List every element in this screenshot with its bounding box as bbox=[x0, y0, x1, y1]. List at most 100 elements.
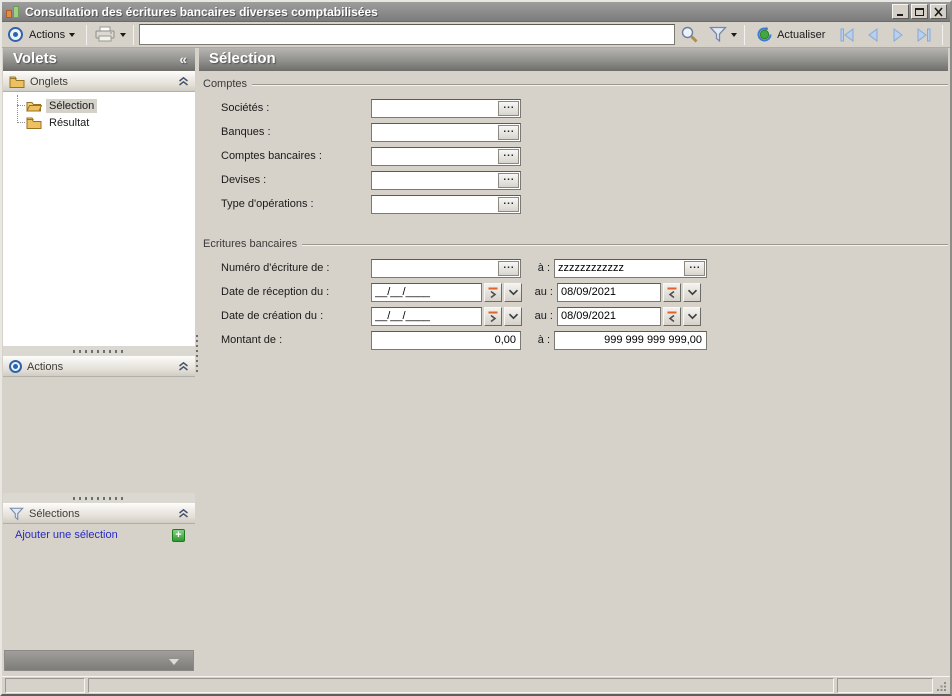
date-creation-du-input[interactable] bbox=[372, 310, 481, 322]
comptes-bancaires-input[interactable] bbox=[373, 148, 498, 164]
chevron-down-icon bbox=[508, 313, 518, 319]
tree-item-resultat[interactable]: Résultat bbox=[3, 114, 195, 131]
search-input[interactable] bbox=[139, 24, 676, 45]
sidebar-splitter[interactable] bbox=[3, 346, 195, 356]
societes-lookup-button[interactable]: ... bbox=[498, 100, 519, 116]
tree-item-label: Résultat bbox=[49, 116, 90, 129]
search-button[interactable] bbox=[678, 24, 701, 46]
app-icon bbox=[6, 5, 20, 18]
refresh-button[interactable]: Actualiser bbox=[750, 24, 831, 46]
numero-de-input[interactable] bbox=[373, 260, 498, 276]
collapse-panel-icon[interactable]: « bbox=[179, 52, 187, 66]
toolbar-separator bbox=[133, 24, 135, 45]
page-title: Sélection bbox=[209, 50, 276, 67]
tree-item-selection[interactable]: Sélection bbox=[3, 97, 195, 114]
date-creation-du-dropdown-button[interactable] bbox=[504, 306, 522, 326]
field-label: Banques : bbox=[221, 126, 271, 138]
type-operations-lookup-button[interactable]: ... bbox=[498, 196, 519, 212]
date-copy-forward-button[interactable] bbox=[484, 306, 502, 326]
nav-next-icon bbox=[893, 27, 904, 42]
societes-field: ... bbox=[371, 98, 521, 118]
date-copy-back-button[interactable] bbox=[663, 306, 681, 326]
print-dropdown-button[interactable] bbox=[118, 24, 128, 46]
montant-de-input[interactable] bbox=[371, 330, 521, 350]
field-label: Sociétés : bbox=[221, 102, 270, 114]
nav-first-button[interactable] bbox=[835, 24, 859, 46]
close-button[interactable] bbox=[930, 4, 947, 19]
numero-de-lookup-button[interactable]: ... bbox=[498, 260, 519, 276]
nav-last-button[interactable] bbox=[912, 24, 936, 46]
tree-item-label: Sélection bbox=[46, 98, 98, 113]
resize-grip[interactable] bbox=[936, 680, 947, 692]
comptes-group: Comptes Sociétés : ... Banques : ... Com… bbox=[203, 78, 948, 216]
date-creation-au-dropdown-button[interactable] bbox=[683, 306, 701, 326]
actions-menu-button[interactable]: Actions bbox=[23, 24, 81, 46]
refresh-label: Actualiser bbox=[777, 28, 826, 41]
main-panel-header: Sélection bbox=[199, 48, 948, 71]
date-reception-au-input[interactable] bbox=[558, 286, 660, 298]
add-selection-link[interactable]: Ajouter une sélection bbox=[15, 529, 118, 541]
splitter-dots-icon bbox=[73, 496, 125, 500]
numero-a-field: ... bbox=[554, 258, 707, 278]
sidebar-collapse-bar[interactable] bbox=[4, 650, 194, 671]
field-label: Type d'opérations : bbox=[221, 198, 314, 210]
field-row-societes: Sociétés : ... bbox=[203, 96, 948, 120]
orange-previous-icon bbox=[667, 311, 677, 322]
print-button[interactable] bbox=[92, 24, 118, 46]
status-cell-main bbox=[88, 678, 834, 693]
montant-a-input[interactable] bbox=[554, 330, 707, 350]
toolbar-separator bbox=[744, 24, 746, 45]
type-operations-field: ... bbox=[371, 194, 521, 214]
numero-a-input[interactable] bbox=[556, 260, 684, 276]
close-icon bbox=[934, 6, 943, 17]
filter-dropdown-button[interactable] bbox=[729, 24, 739, 46]
field-label: Date de création du : bbox=[221, 310, 324, 322]
panel-splitter[interactable] bbox=[195, 48, 199, 676]
date-creation-au-input[interactable] bbox=[558, 310, 660, 322]
date-copy-back-button[interactable] bbox=[663, 282, 681, 302]
date-reception-du-input[interactable] bbox=[372, 286, 481, 298]
date-reception-du-field bbox=[371, 282, 482, 302]
date-reception-du-dropdown-button[interactable] bbox=[504, 282, 522, 302]
field-label: Comptes bancaires : bbox=[221, 150, 322, 162]
onglets-section-header[interactable]: Onglets bbox=[3, 71, 195, 92]
comptes-bancaires-lookup-button[interactable]: ... bbox=[498, 148, 519, 164]
nav-first-icon bbox=[840, 27, 854, 42]
field-row-date-creation: Date de création du : __/__/____ au: 08… bbox=[203, 304, 948, 328]
selections-section-header[interactable]: Sélections bbox=[3, 503, 195, 524]
nav-next-button[interactable] bbox=[887, 24, 909, 46]
maximize-button[interactable] bbox=[911, 4, 928, 19]
add-selection-row: Ajouter une sélection + bbox=[3, 524, 195, 544]
banques-lookup-button[interactable]: ... bbox=[498, 124, 519, 140]
devises-lookup-button[interactable]: ... bbox=[498, 172, 519, 188]
societes-input[interactable] bbox=[373, 100, 498, 116]
folder-icon bbox=[26, 117, 42, 129]
numero-a-lookup-button[interactable]: ... bbox=[684, 260, 705, 276]
field-row-comptes-bancaires: Comptes bancaires : ... bbox=[203, 144, 948, 168]
actions-target-icon bbox=[8, 27, 23, 42]
field-label: Devises : bbox=[221, 174, 267, 186]
chevron-down-icon bbox=[687, 289, 697, 295]
date-reception-au-dropdown-button[interactable] bbox=[683, 282, 701, 302]
nav-previous-icon bbox=[868, 27, 878, 42]
nav-previous-button[interactable] bbox=[862, 24, 884, 46]
sidebar: Volets « Onglets Sélection Résultat Acti… bbox=[3, 48, 195, 676]
nav-last-icon bbox=[917, 27, 931, 42]
window-controls bbox=[892, 4, 947, 19]
filter-button[interactable] bbox=[707, 24, 729, 46]
sidebar-panel-header: Volets « bbox=[3, 48, 195, 71]
type-operations-input[interactable] bbox=[373, 196, 498, 212]
selections-section-body bbox=[3, 544, 195, 650]
minimize-button[interactable] bbox=[892, 4, 909, 19]
devises-input[interactable] bbox=[373, 172, 498, 188]
add-selection-button[interactable]: + bbox=[172, 528, 185, 542]
banques-input[interactable] bbox=[373, 124, 498, 140]
actions-menu-label: Actions bbox=[29, 28, 66, 41]
sidebar-splitter[interactable] bbox=[3, 493, 195, 503]
printer-icon bbox=[95, 26, 115, 42]
devises-field: ... bbox=[371, 170, 521, 190]
orange-previous-icon bbox=[667, 287, 677, 298]
date-copy-forward-button[interactable] bbox=[484, 282, 502, 302]
actions-section-header[interactable]: Actions bbox=[3, 356, 195, 377]
filter-funnel-icon bbox=[709, 26, 728, 43]
